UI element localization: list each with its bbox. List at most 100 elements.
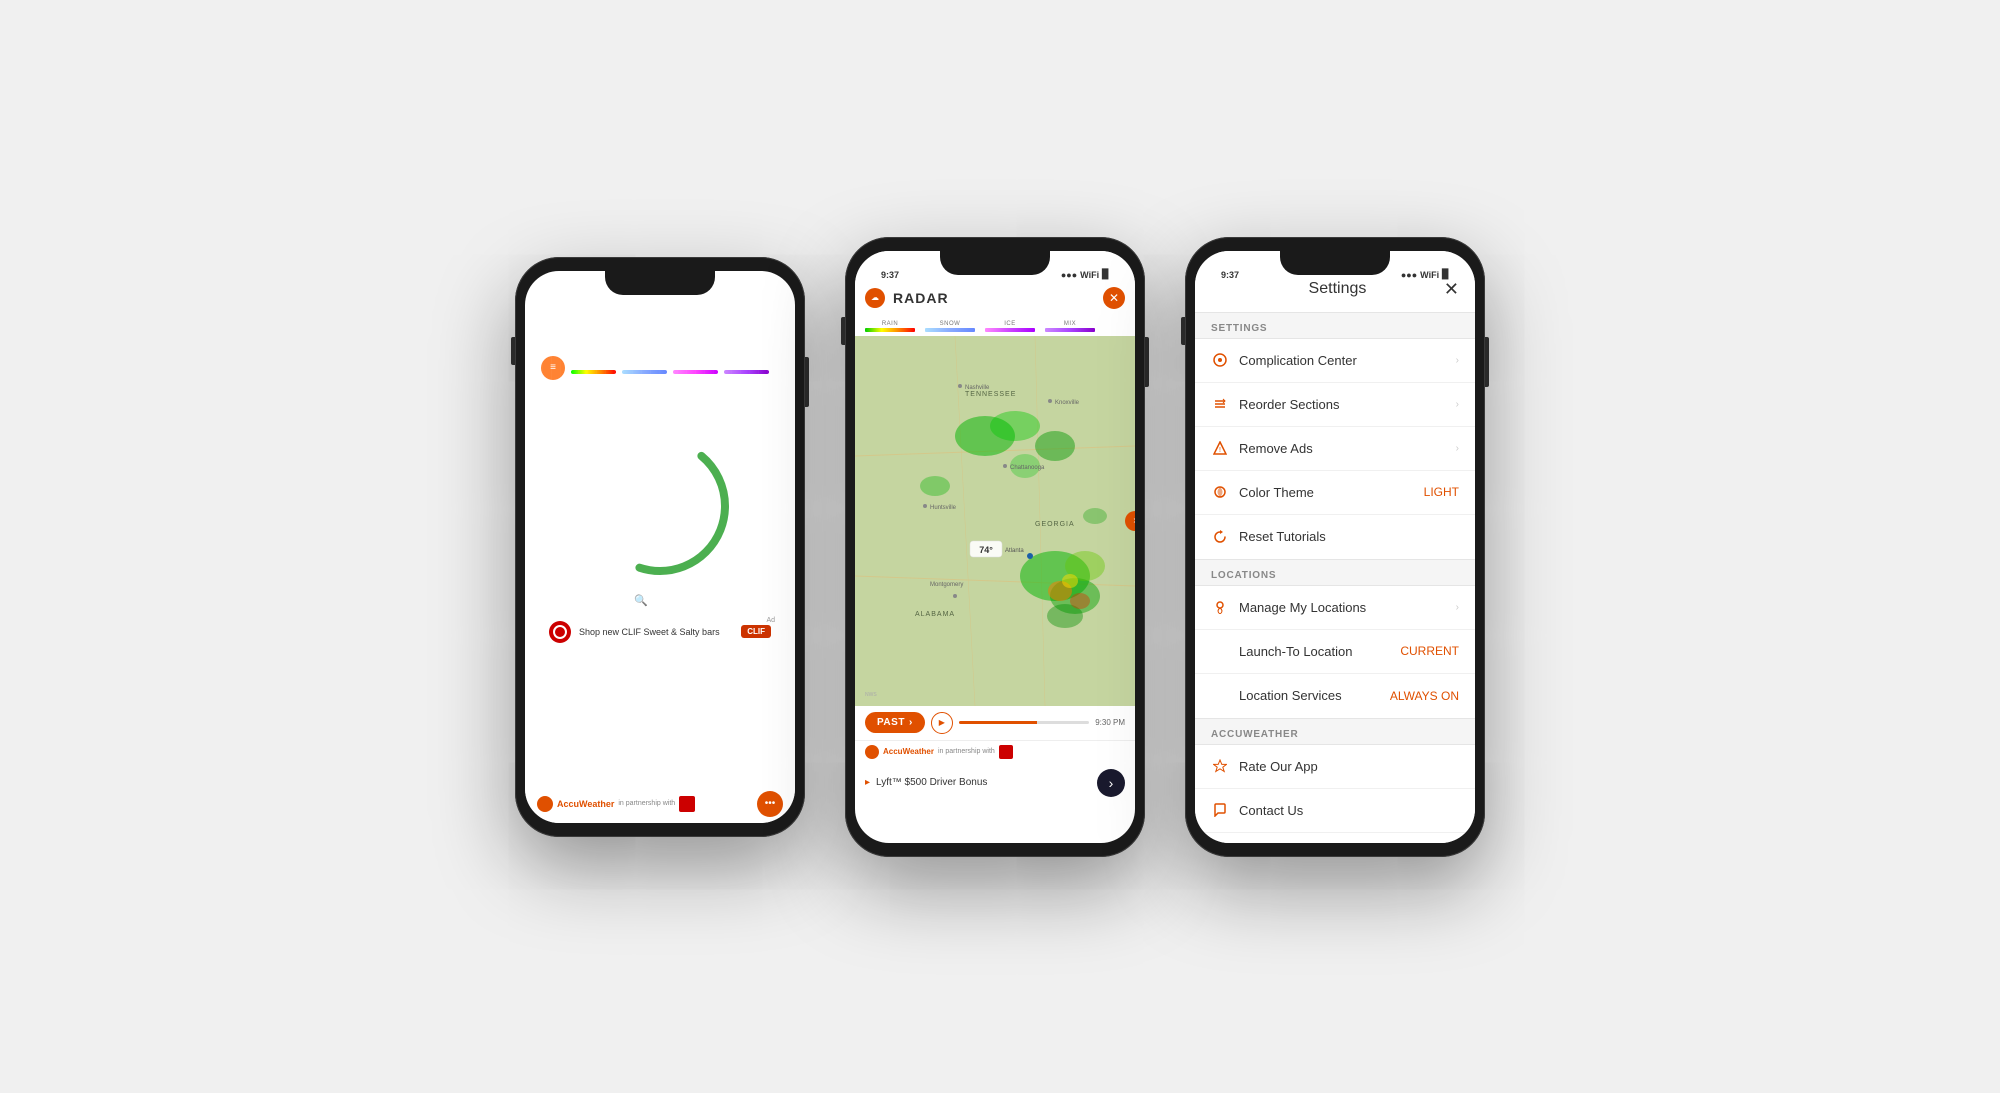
radar-ice-legend: ICE — [985, 321, 1035, 332]
phone-3-screen: 9:37 ●●● WiFi ▉ Settings ✕ SETTINGS — [1195, 251, 1475, 843]
accuweather-logo: AccuWeather in partnership with — [537, 796, 695, 812]
cloud-rain-icon — [625, 466, 695, 538]
aw-icon-radar — [865, 745, 879, 759]
search-icon: 🔍 — [634, 594, 648, 607]
timeline-bar[interactable] — [959, 721, 1089, 724]
reset-icon — [1211, 530, 1229, 544]
mix-label: MIX — [740, 361, 754, 368]
location-search-row[interactable]: 🔍 Atlanta — [541, 594, 779, 607]
rain-ending-text: Rain ending in 39 min — [541, 386, 779, 401]
manage-locations-item[interactable]: Manage My Locations › — [1195, 586, 1475, 630]
lyft-text-radar: Lyft™ $500 Driver Bonus — [876, 777, 987, 788]
phones-container: DOWNTOWN GEORGIA + ‹ Minute By Minute™ ≡… — [475, 197, 1525, 897]
partner-logo-radar — [999, 745, 1013, 759]
play-button[interactable]: ▶ — [931, 712, 953, 734]
radar-snow-label: SNOW — [940, 321, 961, 327]
past-arrow: › — [909, 717, 913, 728]
manage-locations-icon — [1211, 600, 1229, 614]
add-location-button[interactable]: + — [767, 301, 779, 321]
radar-controls: PAST › ▶ 9:30 PM — [855, 706, 1135, 740]
contact-us-item[interactable]: Contact Us — [1195, 789, 1475, 833]
lyft-arrow-button[interactable]: › — [1097, 769, 1125, 797]
past-button[interactable]: PAST › — [865, 712, 925, 733]
more-options-button[interactable]: ••• — [757, 791, 783, 817]
svg-text:Montgomery: Montgomery — [930, 582, 963, 588]
locations-section-header: LOCATIONS — [1195, 560, 1475, 585]
phone-1-screen: DOWNTOWN GEORGIA + ‹ Minute By Minute™ ≡… — [525, 271, 795, 823]
terms-of-use-item[interactable]: Terms Of Use Version 11.4.5 — [1195, 833, 1475, 843]
location-name: DOWNTOWN — [541, 301, 642, 318]
radar-rain-label: RAIN — [882, 321, 898, 327]
rain-label: RAIN — [584, 361, 603, 368]
aw-bar-radar: AccuWeather in partnership with — [855, 740, 1135, 763]
remove-ads-label: Remove Ads — [1239, 441, 1450, 456]
phone-1: DOWNTOWN GEORGIA + ‹ Minute By Minute™ ≡… — [515, 257, 805, 837]
remove-ads-item[interactable]: ! Remove Ads › — [1195, 427, 1475, 471]
radar-close-button[interactable]: ✕ — [1103, 287, 1125, 309]
color-theme-label: Color Theme — [1239, 485, 1424, 500]
launch-location-item[interactable]: Launch-To Location CURRENT — [1195, 630, 1475, 674]
location-services-label: Location Services — [1239, 688, 1390, 703]
location-info: DOWNTOWN GEORGIA — [541, 301, 642, 328]
mix-legend: MIX — [724, 361, 769, 374]
ice-bar — [673, 370, 718, 374]
radar-mix-label: MIX — [1064, 321, 1076, 327]
svg-text:Nashville: Nashville — [965, 385, 990, 391]
radar-screen: ☁ RADAR ✕ RAIN SNOW ICE — [855, 251, 1135, 843]
accuweather-section-list: Rate Our App Contact Us Terms Of Us — [1195, 744, 1475, 843]
weather-header: DOWNTOWN GEORGIA + — [541, 301, 779, 328]
settings-screen: Settings ✕ SETTINGS Complication Center … — [1195, 251, 1475, 843]
radar-snow-legend: SNOW — [925, 321, 975, 332]
location-services-item[interactable]: Location Services ALWAYS ON — [1195, 674, 1475, 718]
accuweather-icon — [537, 796, 553, 812]
reorder-icon — [1211, 397, 1229, 411]
settings-section-header: SETTINGS — [1195, 313, 1475, 338]
aw-label-radar: AccuWeather — [883, 747, 934, 756]
past-label: PAST — [877, 717, 905, 728]
radar-snow-bar — [925, 328, 975, 332]
launch-location-value: CURRENT — [1400, 644, 1459, 658]
complication-center-item[interactable]: Complication Center › — [1195, 339, 1475, 383]
precip-mode-icon: ≡ — [541, 356, 565, 380]
svg-text:TENNESSEE: TENNESSEE — [965, 391, 1016, 398]
launch-location-label: Launch-To Location — [1239, 644, 1400, 659]
svg-text:NWS: NWS — [865, 692, 877, 698]
radar-legend: RAIN SNOW ICE MIX — [855, 317, 1135, 336]
wifi-icon-2: WiFi — [1080, 270, 1099, 280]
settings-section-list: Complication Center › Reorder — [1195, 338, 1475, 560]
battery-icon-2: ▉ — [1102, 269, 1109, 280]
reorder-sections-item[interactable]: Reorder Sections › — [1195, 383, 1475, 427]
remove-ads-chevron: › — [1456, 443, 1459, 454]
radar-footer: ▸ Lyft™ $500 Driver Bonus › — [855, 763, 1135, 803]
radar-ice-bar — [985, 328, 1035, 332]
status-time-2: 9:37 — [881, 270, 899, 280]
location-state: GEORGIA — [541, 318, 642, 328]
minute-by-minute-row: ‹ Minute By Minute™ — [541, 336, 779, 350]
radar-mix-bar — [1045, 328, 1095, 332]
lyft-icon-radar: ▸ — [865, 777, 870, 788]
color-theme-item[interactable]: Color Theme LIGHT — [1195, 471, 1475, 515]
radar-map[interactable]: TENNESSEE ALABAMA GEORGIA Nashville Knox… — [855, 336, 1135, 706]
manage-locations-label: Manage My Locations — [1239, 600, 1450, 615]
precip-legend: ≡ RAIN SNOW ICE MIX — [541, 356, 779, 380]
rain-bar — [571, 370, 616, 374]
location-services-value: ALWAYS ON — [1390, 689, 1459, 703]
wifi-icon-3: WiFi — [1420, 270, 1439, 280]
rate-app-item[interactable]: Rate Our App — [1195, 745, 1475, 789]
locations-section-list: Manage My Locations › Launch-To Location… — [1195, 585, 1475, 719]
radar-mix-legend: MIX — [1045, 321, 1095, 332]
remove-ads-icon: ! — [1211, 441, 1229, 455]
notch-1 — [605, 271, 715, 295]
back-arrow-icon[interactable]: ‹ — [541, 336, 545, 350]
radar-rain-legend: RAIN — [865, 321, 915, 332]
complication-label: Complication Center — [1239, 353, 1450, 368]
clif-badge: CLIF — [741, 625, 771, 638]
gauge-label-30: 30 — [741, 500, 752, 511]
svg-text:GEORGIA: GEORGIA — [1035, 521, 1075, 528]
partner-logo-icon — [679, 796, 695, 812]
reset-tutorials-item[interactable]: Reset Tutorials — [1195, 515, 1475, 559]
mix-bar — [724, 370, 769, 374]
signal-icon-2: ●●● — [1061, 270, 1077, 280]
rate-app-label: Rate Our App — [1239, 759, 1459, 774]
target-logo-icon — [549, 621, 571, 643]
